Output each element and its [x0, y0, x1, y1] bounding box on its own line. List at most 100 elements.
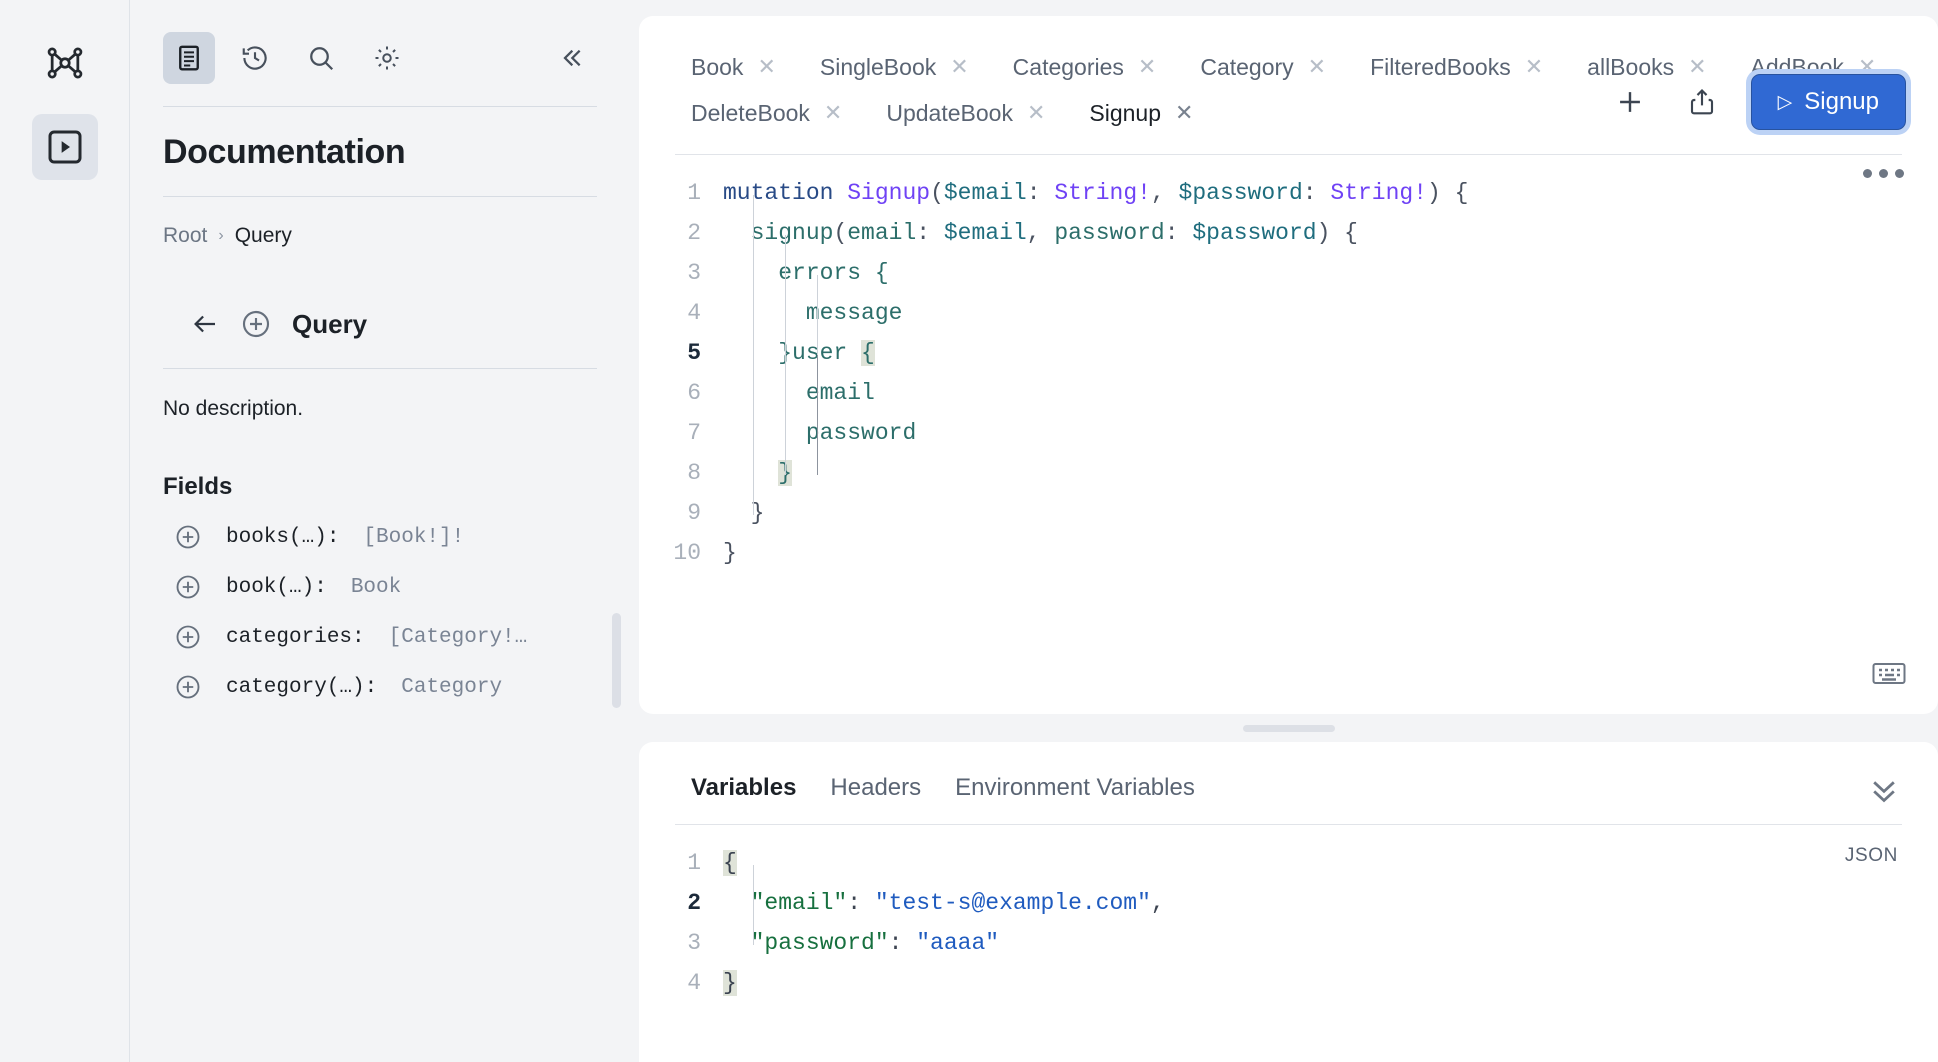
- token-punc: }: [723, 540, 737, 566]
- tab-variables[interactable]: Variables: [691, 774, 796, 802]
- tab-singlebook[interactable]: SingleBook ✕: [820, 44, 995, 90]
- keyboard-shortcuts-icon[interactable]: [1872, 661, 1906, 694]
- tab-category[interactable]: Category ✕: [1200, 44, 1352, 90]
- close-icon[interactable]: ✕: [950, 56, 968, 78]
- tab-label: FilteredBooks: [1370, 53, 1511, 80]
- back-arrow-icon[interactable]: [190, 309, 220, 339]
- tab-signup[interactable]: Signup ✕: [1089, 90, 1219, 136]
- run-operation-button[interactable]: ▷ Signup: [1750, 74, 1906, 130]
- token-punc: ) {: [1427, 180, 1469, 206]
- close-icon[interactable]: ✕: [1308, 56, 1326, 78]
- line-number: 4: [687, 970, 701, 996]
- line-number: 10: [673, 540, 701, 566]
- indent-guide: [753, 865, 754, 945]
- tab-filteredbooks[interactable]: FilteredBooks ✕: [1370, 44, 1569, 90]
- history-icon[interactable]: [229, 32, 281, 84]
- list-item[interactable]: categories: [Category!…: [163, 601, 597, 651]
- panel-resize-handle[interactable]: [639, 714, 1938, 742]
- list-item[interactable]: book(…): Book: [163, 551, 597, 601]
- token-field: message: [805, 300, 903, 326]
- operation-tabs: Book ✕ SingleBook ✕ Categories ✕ Categor…: [639, 16, 1938, 136]
- field-type[interactable]: Book: [351, 576, 401, 599]
- tab-categories[interactable]: Categories ✕: [1013, 44, 1183, 90]
- collapse-variables-chevron-icon[interactable]: [1866, 776, 1902, 809]
- search-icon[interactable]: [295, 32, 347, 84]
- indent-guide: [817, 355, 818, 475]
- tab-book[interactable]: Book ✕: [691, 44, 802, 90]
- token-variable: $password: [1192, 220, 1317, 246]
- share-icon[interactable]: [1679, 79, 1725, 125]
- token-field: password: [805, 420, 917, 446]
- type-header: Query: [163, 248, 597, 340]
- code-line: 7 password: [639, 413, 1938, 453]
- tab-label: Signup: [1089, 99, 1162, 126]
- collapse-sidebar-icon[interactable]: [545, 32, 597, 84]
- page-title: Documentation: [163, 133, 406, 171]
- code-line: 3 errors {: [639, 253, 1938, 293]
- field-name: book(…):: [226, 575, 327, 599]
- add-field-plus-icon[interactable]: [174, 623, 202, 651]
- code-line: 4 message: [639, 293, 1938, 333]
- indent-guide: [785, 235, 786, 475]
- tab-environment-variables[interactable]: Environment Variables: [955, 774, 1195, 802]
- token-keyword: mutation: [723, 180, 834, 206]
- token-matching-brace: {: [723, 850, 737, 876]
- code-line: 2 signup(email: $email, password: $passw…: [639, 213, 1938, 253]
- add-field-plus-icon[interactable]: [174, 523, 202, 551]
- list-item[interactable]: books(…): [Book!]!: [163, 501, 597, 551]
- breadcrumb-current: Query: [234, 224, 292, 247]
- add-field-plus-icon[interactable]: [174, 673, 202, 701]
- add-field-plus-icon[interactable]: [240, 308, 272, 340]
- tab-updatebook[interactable]: UpdateBook ✕: [886, 90, 1071, 136]
- close-icon[interactable]: ✕: [757, 56, 775, 78]
- tab-headers[interactable]: Headers: [830, 774, 921, 802]
- token-json-key: "email": [750, 890, 848, 916]
- editor-more-menu-icon[interactable]: [1863, 169, 1904, 178]
- sidebar-scrollbar[interactable]: [612, 613, 621, 708]
- token-punc: (: [833, 220, 848, 246]
- field-type[interactable]: [Book!]!: [363, 526, 464, 549]
- add-tab-button[interactable]: [1607, 79, 1653, 125]
- drag-handle-pill[interactable]: [1242, 724, 1335, 732]
- tab-label: Category: [1200, 53, 1294, 80]
- line-number: 1: [687, 180, 701, 206]
- tab-actions: ▷ Signup: [1607, 74, 1906, 130]
- token-type: String!: [1330, 180, 1428, 206]
- code-line: 3 "password": "aaaa": [639, 923, 1938, 963]
- close-icon[interactable]: ✕: [1175, 102, 1193, 124]
- close-icon[interactable]: ✕: [1027, 102, 1045, 124]
- line-number: 6: [687, 380, 701, 406]
- code-line: 5 }user {: [639, 333, 1938, 373]
- close-icon[interactable]: ✕: [1525, 56, 1543, 78]
- graph-logo-icon[interactable]: [32, 30, 98, 96]
- graphql-code-editor[interactable]: 1 mutation Signup($email: String!, $pass…: [639, 155, 1938, 714]
- settings-gear-icon[interactable]: [361, 32, 413, 84]
- token-punc: :: [1164, 220, 1193, 246]
- field-type[interactable]: Category: [401, 676, 502, 699]
- tab-deletebook[interactable]: DeleteBook ✕: [691, 90, 868, 136]
- token-punc: :: [847, 890, 875, 916]
- play-panel-icon[interactable]: [31, 114, 98, 180]
- documentation-icon[interactable]: [163, 32, 215, 84]
- token-punc: ,: [1150, 180, 1179, 206]
- breadcrumb-root[interactable]: Root: [163, 224, 207, 248]
- run-button-label: Signup: [1804, 88, 1879, 115]
- variables-json-editor[interactable]: JSON 1 { 2 "email": "test-s@example.com"…: [639, 825, 1938, 1003]
- code-line: 1 mutation Signup($email: String!, $pass…: [639, 173, 1938, 213]
- code-text: "email": "test-s@example.com",: [723, 883, 1165, 923]
- close-icon[interactable]: ✕: [824, 102, 842, 124]
- field-type[interactable]: [Category!…: [389, 626, 528, 649]
- code-text: errors {: [723, 253, 888, 293]
- token-json-string: "test-s@example.com": [874, 890, 1151, 916]
- add-field-plus-icon[interactable]: [174, 573, 202, 601]
- token-matching-brace: {: [861, 340, 875, 366]
- close-icon[interactable]: ✕: [1138, 56, 1156, 78]
- breadcrumb: Root › Query: [163, 197, 597, 248]
- token-type: String!: [1054, 180, 1151, 206]
- code-line: 4 }: [639, 963, 1938, 1003]
- main-panel: Book ✕ SingleBook ✕ Categories ✕ Categor…: [625, 0, 1938, 1062]
- line-number: 2: [687, 220, 701, 246]
- list-item[interactable]: category(…): Category: [163, 651, 597, 701]
- token-variable: $password: [1178, 180, 1303, 206]
- type-description: No description.: [163, 397, 304, 420]
